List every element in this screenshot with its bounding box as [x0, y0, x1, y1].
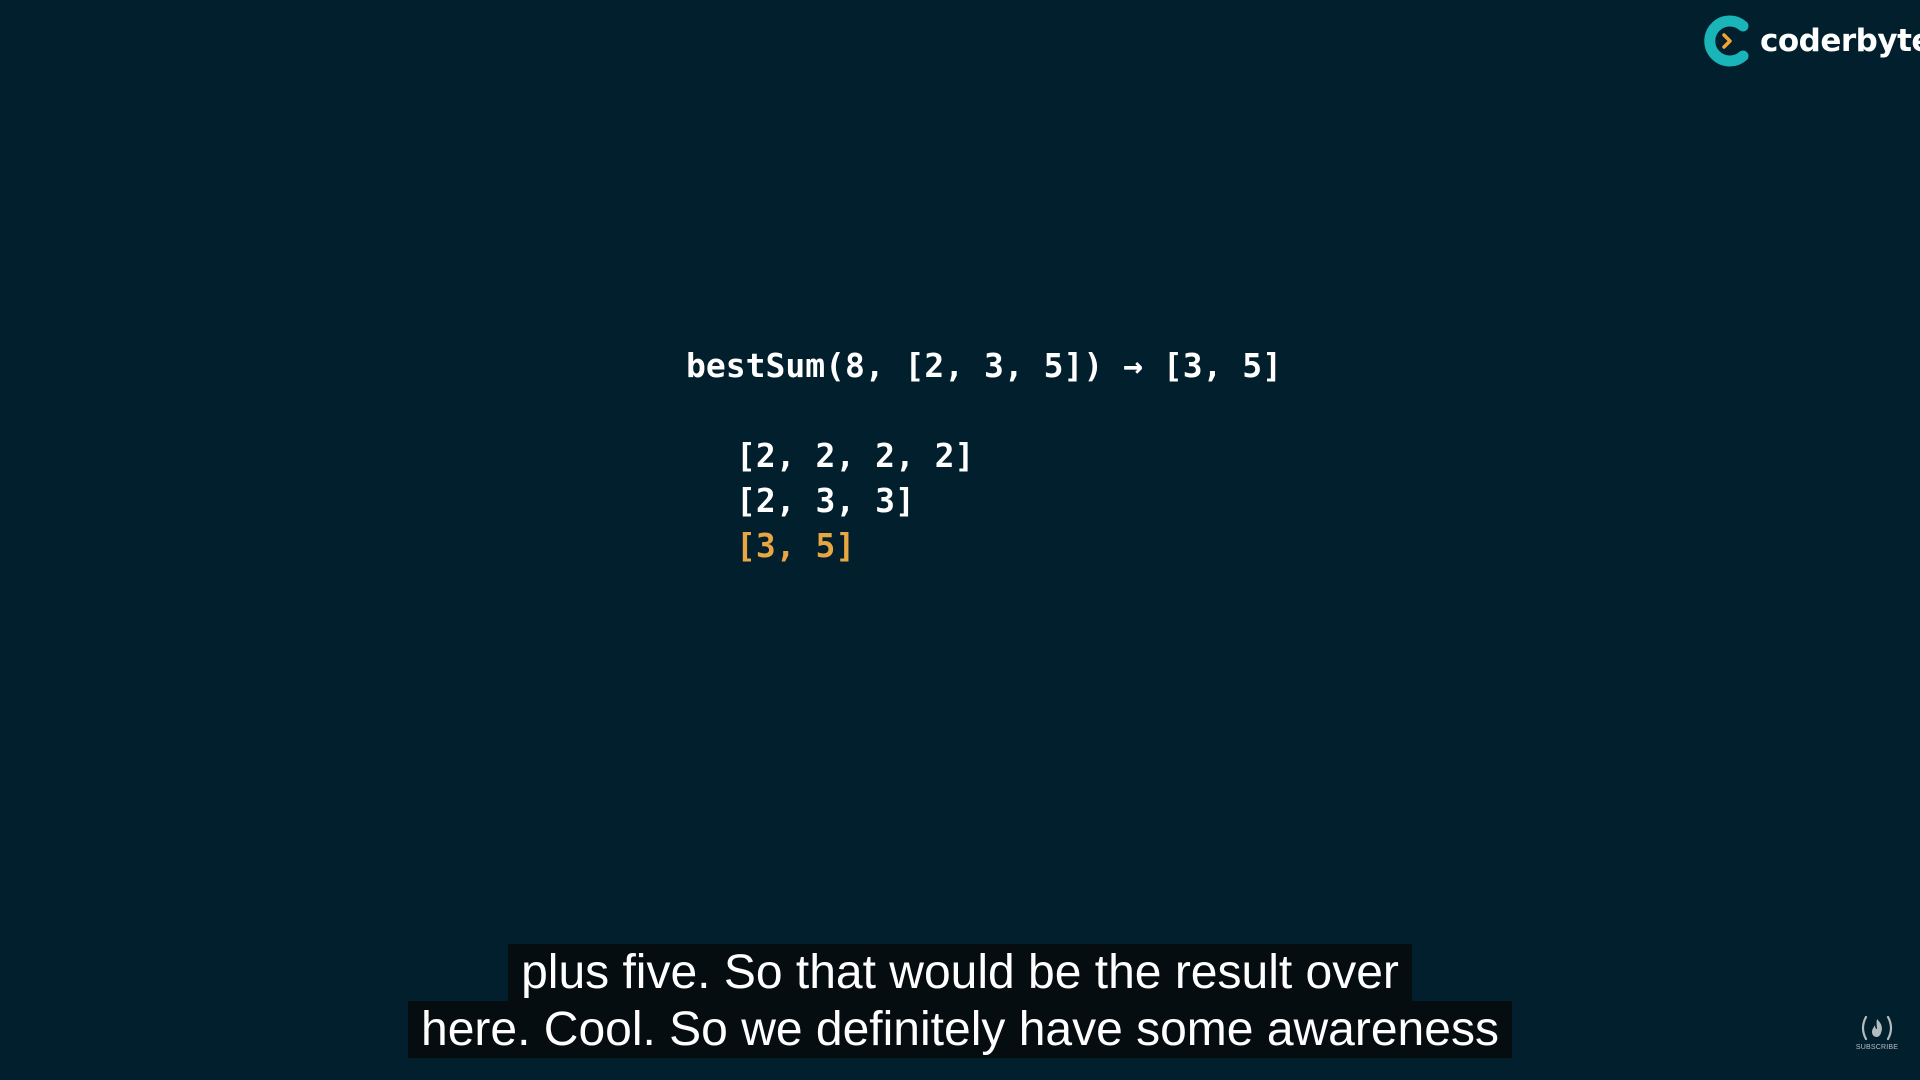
function-call-line: bestSum(8, [2, 3, 5]) → [3, 5] — [686, 346, 1283, 385]
combination-line-1: [2, 2, 2, 2] — [736, 436, 975, 475]
subtitle-captions: plus five. So that would be the result o… — [0, 944, 1920, 1058]
freecodecamp-flame-icon — [1861, 1015, 1893, 1041]
combination-line-best: [3, 5] — [736, 526, 856, 565]
combination-line-2: [2, 3, 3] — [736, 481, 915, 520]
caption-line-1: plus five. So that would be the result o… — [508, 944, 1412, 1001]
coderbyte-logo-icon — [1704, 15, 1749, 67]
caption-line-2: here. Cool. So we definitely have some a… — [408, 1001, 1512, 1058]
logo-wordmark: coderbyte — [1760, 22, 1920, 59]
subscribe-label: SUBSCRIBE — [1855, 1044, 1899, 1051]
coderbyte-logo: coderbyte — [1702, 14, 1920, 68]
subscribe-watermark[interactable]: SUBSCRIBE — [1854, 1013, 1900, 1057]
video-frame: coderbyte bestSum(8, [2, 3, 5]) → [3, 5]… — [0, 0, 1920, 1080]
